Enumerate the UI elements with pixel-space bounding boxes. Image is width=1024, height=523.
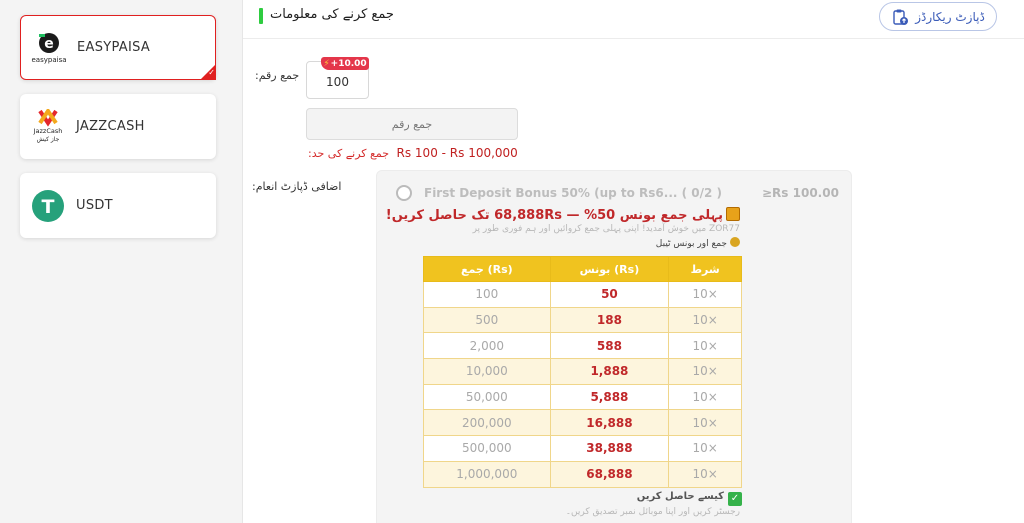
promo-headline: پہلی جمع بونس 50% — 68,888Rs تک حاصل کری… [386, 207, 740, 223]
selected-check-icon: ✓ [200, 64, 216, 80]
method-easypaisa[interactable]: e easypaisa EASYPAISA ✓ [20, 15, 216, 80]
limit-label: :جمع کرنے کی حد [308, 147, 390, 160]
records-button-label: ڈپازٹ ریکارڈز [915, 9, 985, 24]
table-row: 500 188 10× [423, 306, 742, 334]
tether-icon: T [26, 184, 70, 228]
table-row: 2,000 588 10× [423, 332, 742, 360]
method-usdt[interactable]: T USDT [20, 173, 216, 238]
amount-chip-value: 100 [326, 75, 349, 89]
page-title: جمع کرنے کی معلومات [270, 7, 394, 22]
svg-text:T: T [42, 196, 55, 218]
header-divider [243, 38, 1024, 39]
check-icon: ✓ [728, 492, 742, 506]
table-row: 1,000,000 68,888 10× [423, 460, 742, 488]
method-label: EASYPAISA [77, 40, 151, 55]
table-row: 200,000 16,888 10× [423, 409, 742, 437]
deposit-limit: :جمع کرنے کی حد Rs 100 - Rs 100,000 [308, 146, 518, 160]
bonus-table: جمع (Rs) بونس (Rs) شرط 100 50 10× 500 188 10… [423, 256, 742, 488]
how-to-claim-title: ✓کیسے حاصل کریں [637, 491, 742, 506]
col-header-deposit: جمع (Rs) [423, 256, 551, 282]
easypaisa-logo-text: easypaisa [32, 56, 67, 64]
money-bag-icon [730, 237, 740, 247]
payment-method-sidebar: e easypaisa EASYPAISA ✓ JazzCash جاز کیش… [0, 0, 242, 523]
method-jazzcash[interactable]: JazzCash جاز کیش JAZZCASH [20, 94, 216, 159]
bonus-min-amount: ≥Rs 100.00 [762, 186, 839, 200]
bonus-radio[interactable] [396, 185, 412, 201]
promo-subtext: ZOR77 میں خوش آمدید! اپنی پہلی جمع کروائ… [472, 224, 740, 234]
promo-table-caption: جمع اور بونس ٹیبل [656, 237, 740, 249]
amount-input[interactable] [306, 108, 518, 140]
deposit-records-button[interactable]: ڈپازٹ ریکارڈز [879, 2, 997, 31]
method-label: JAZZCASH [76, 119, 145, 134]
method-label: USDT [76, 198, 113, 213]
table-row: 50,000 5,888 10× [423, 383, 742, 411]
how-to-claim-description: رجسٹر کریں اور اپنا موبائل نمبر تصدیق کر… [565, 507, 740, 517]
bonus-label: :اضافی ڈپازٹ انعام [252, 180, 342, 193]
col-header-bonus: بونس (Rs) [549, 256, 670, 282]
chip-bonus-badge: ⚡ +10.00 [321, 57, 369, 70]
col-header-wager: شرط [668, 256, 742, 282]
amount-label: :جمع رقم [255, 69, 300, 82]
bolt-icon: ⚡ [323, 58, 330, 69]
table-row: 100 50 10× [423, 281, 742, 308]
table-row: 10,000 1,888 10× [423, 358, 742, 385]
svg-text:JazzCash: JazzCash [33, 127, 63, 135]
title-accent-bar [259, 8, 263, 24]
jazzcash-logo: JazzCash جاز کیش [26, 105, 70, 149]
limit-value: Rs 100 - Rs 100,000 [396, 146, 518, 160]
deposit-page: e easypaisa EASYPAISA ✓ JazzCash جاز کیش… [0, 0, 1024, 523]
clipboard-upload-icon [893, 9, 909, 25]
table-row: 500,000 38,888 10× [423, 435, 742, 462]
svg-text:e: e [44, 36, 54, 52]
bonus-title: First Deposit Bonus 50% (up to Rs6... ( … [424, 186, 723, 200]
easypaisa-logo: e easypaisa [27, 26, 71, 70]
svg-text:جاز کیش: جاز کیش [37, 136, 60, 143]
gift-icon [726, 207, 740, 221]
